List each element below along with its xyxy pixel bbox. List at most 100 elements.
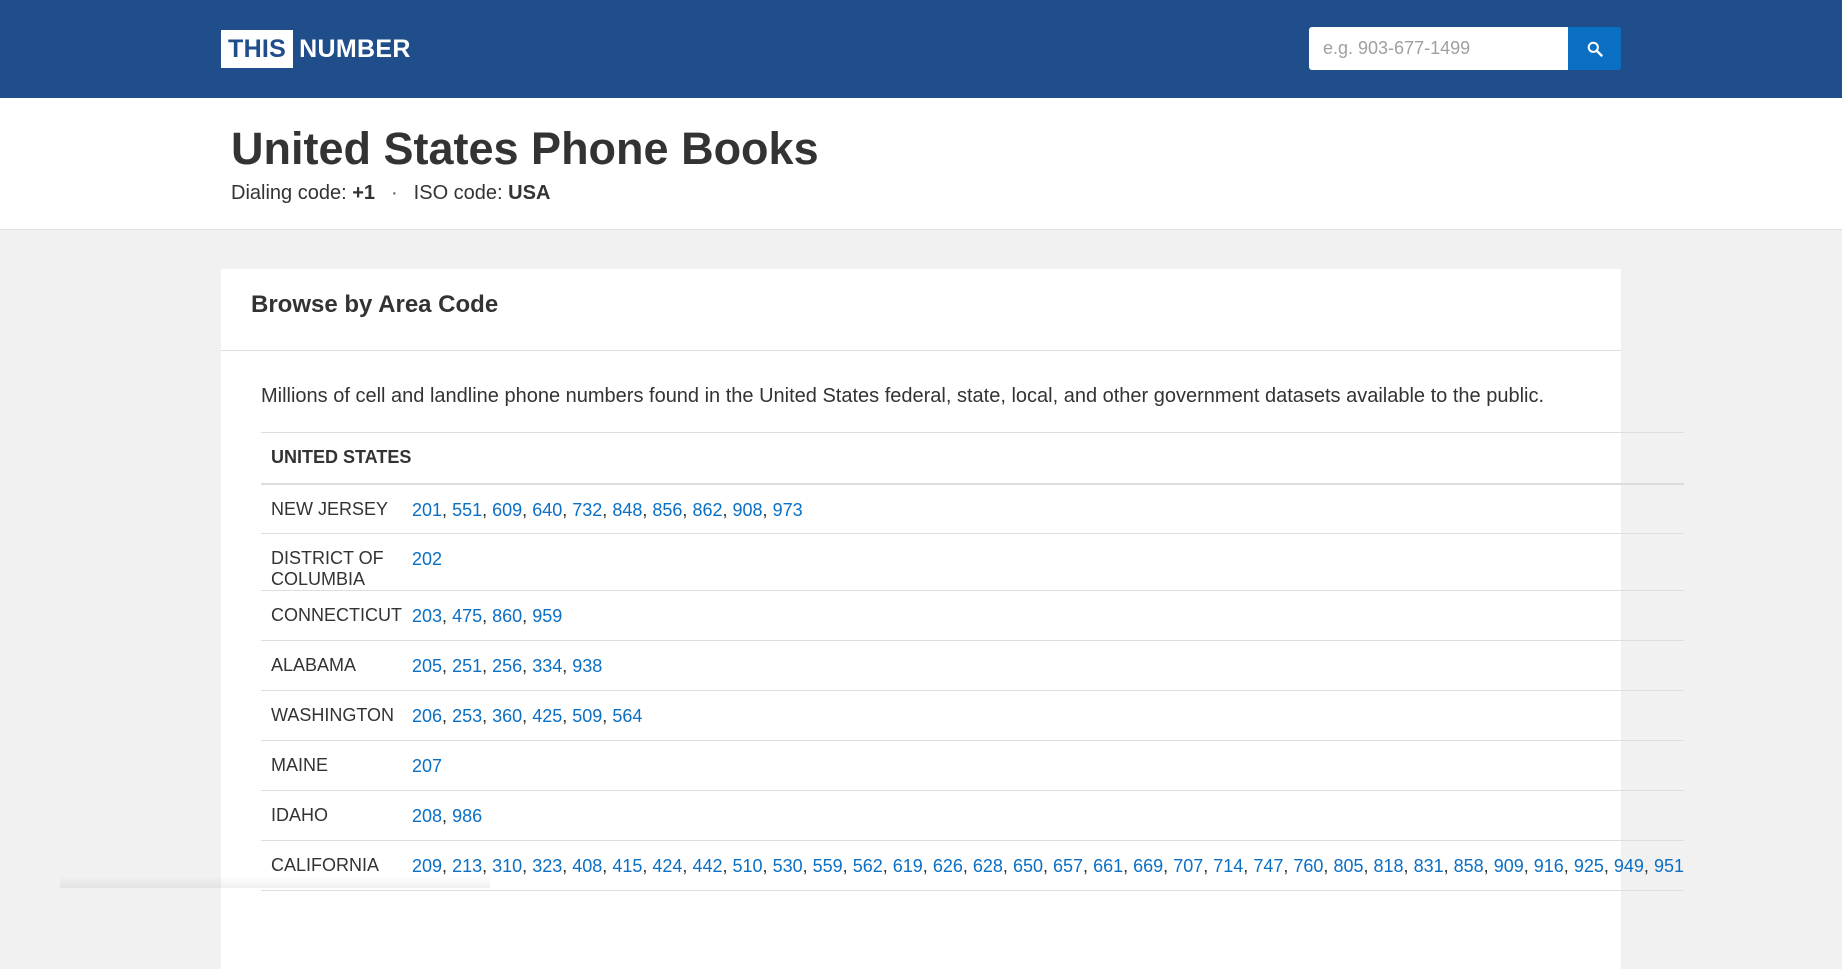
table-body: NEW JERSEY 201, 551, 609, 640, 732, 848, 856, 86… [261, 484, 1684, 891]
code-separator: , [1123, 856, 1129, 876]
table-row: WASHINGTON 206, 253, 360, 425, 509, 564 [261, 691, 1684, 741]
code-separator: , [602, 856, 608, 876]
area-code-link[interactable]: 310 [492, 856, 522, 876]
table-row: NEW JERSEY 201, 551, 609, 640, 732, 848, 856, 86… [261, 484, 1684, 534]
code-separator: , [602, 499, 608, 520]
area-code-link[interactable]: 661 [1093, 856, 1123, 876]
site-logo[interactable]: THIS NUMBER [221, 30, 411, 68]
area-code-link[interactable]: 564 [612, 706, 642, 726]
area-code-link[interactable]: 657 [1053, 856, 1083, 876]
area-code-link[interactable]: 986 [452, 806, 482, 826]
code-separator: , [762, 856, 768, 876]
area-code-link[interactable]: 951 [1654, 856, 1684, 876]
state-name: MAINE [271, 755, 329, 775]
area-code-link[interactable]: 831 [1414, 856, 1444, 876]
area-code-link[interactable]: 916 [1534, 856, 1564, 876]
area-code-link[interactable]: 669 [1133, 856, 1163, 876]
code-separator: , [482, 856, 488, 876]
area-code-link[interactable]: 640 [532, 500, 562, 520]
iso-code-value: USA [508, 182, 551, 204]
area-code-link[interactable]: 360 [492, 706, 522, 726]
area-code-link[interactable]: 805 [1333, 856, 1363, 876]
area-code-link[interactable]: 760 [1293, 856, 1323, 876]
area-code-link[interactable]: 205 [412, 656, 442, 676]
area-code-link[interactable]: 938 [572, 656, 602, 676]
area-code-link[interactable]: 609 [492, 500, 522, 520]
code-separator: , [562, 856, 568, 876]
area-code-link[interactable]: 619 [893, 856, 923, 876]
area-code-link[interactable]: 253 [452, 706, 482, 726]
area-code-link[interactable]: 510 [733, 856, 763, 876]
area-code-list: 202 [402, 534, 1684, 591]
area-code-link[interactable]: 860 [492, 606, 522, 626]
area-code-link[interactable]: 209 [412, 856, 442, 876]
area-code-link[interactable]: 848 [612, 500, 642, 520]
table-row: MAINE 207 [261, 741, 1684, 791]
area-code-link[interactable]: 858 [1454, 856, 1484, 876]
area-code-link[interactable]: 475 [452, 606, 482, 626]
area-code-link[interactable]: 202 [412, 549, 442, 569]
area-code-link[interactable]: 323 [532, 856, 562, 876]
area-code-link[interactable]: 856 [652, 500, 682, 520]
code-separator: , [562, 656, 568, 676]
area-code-link[interactable]: 206 [412, 706, 442, 726]
area-code-link[interactable]: 628 [973, 856, 1003, 876]
area-code-link[interactable]: 949 [1614, 856, 1644, 876]
area-code-link[interactable]: 626 [933, 856, 963, 876]
area-code-list: 208, 986 [402, 791, 1684, 841]
area-code-link[interactable]: 530 [773, 856, 803, 876]
area-code-list: 207 [402, 741, 1684, 791]
area-code-link[interactable]: 207 [412, 756, 442, 776]
area-code-link[interactable]: 925 [1574, 856, 1604, 876]
area-code-link[interactable]: 909 [1494, 856, 1524, 876]
iso-code-label: ISO code: [413, 182, 509, 204]
code-separator: , [1363, 856, 1369, 876]
code-separator: , [722, 856, 728, 876]
area-code-link[interactable]: 732 [572, 500, 602, 520]
area-code-link[interactable]: 714 [1213, 856, 1243, 876]
code-separator: , [1243, 856, 1249, 876]
area-code-link[interactable]: 208 [412, 806, 442, 826]
area-code-link[interactable]: 424 [652, 856, 682, 876]
area-code-link[interactable]: 251 [452, 656, 482, 676]
code-separator: , [1042, 856, 1048, 876]
area-code-link[interactable]: 559 [813, 856, 843, 876]
bottom-shadow [60, 876, 490, 888]
area-code-link[interactable]: 908 [733, 500, 763, 520]
area-code-link[interactable]: 862 [692, 500, 722, 520]
search-button[interactable] [1568, 27, 1621, 70]
area-code-link[interactable]: 408 [572, 856, 602, 876]
state-name: CONNECTICUT [271, 605, 402, 625]
area-code-link[interactable]: 818 [1374, 856, 1404, 876]
table-header: UNITED STATES [261, 432, 1684, 485]
area-code-list: 206, 253, 360, 425, 509, 564 [402, 691, 1684, 741]
area-code-link[interactable]: 201 [412, 500, 442, 520]
dialing-code-value: +1 [352, 182, 375, 204]
area-code-link[interactable]: 203 [412, 606, 442, 626]
area-code-link[interactable]: 959 [532, 606, 562, 626]
area-code-link[interactable]: 334 [532, 656, 562, 676]
code-separator: , [482, 656, 488, 676]
area-code-link[interactable]: 415 [612, 856, 642, 876]
area-code-link[interactable]: 707 [1173, 856, 1203, 876]
logo-text: NUMBER [299, 34, 411, 63]
top-navbar: THIS NUMBER [0, 0, 1842, 98]
code-separator: , [682, 499, 688, 520]
search-input[interactable] [1309, 27, 1568, 70]
area-code-link[interactable]: 442 [692, 856, 722, 876]
area-code-link[interactable]: 973 [773, 500, 803, 520]
code-separator: , [562, 706, 568, 726]
area-code-link[interactable]: 562 [853, 856, 883, 876]
code-separator: , [1563, 856, 1569, 876]
area-code-link[interactable]: 256 [492, 656, 522, 676]
code-separator: , [1603, 856, 1609, 876]
area-code-link[interactable]: 551 [452, 500, 482, 520]
area-code-link[interactable]: 747 [1253, 856, 1283, 876]
code-separator: , [642, 856, 648, 876]
area-code-link[interactable]: 509 [572, 706, 602, 726]
country-meta: Dialing code: +1 · ISO code: USA [231, 182, 550, 205]
title-section: United States Phone Books Dialing code: … [0, 98, 1842, 230]
area-code-link[interactable]: 425 [532, 706, 562, 726]
area-code-link[interactable]: 650 [1013, 856, 1043, 876]
area-code-link[interactable]: 213 [452, 856, 482, 876]
